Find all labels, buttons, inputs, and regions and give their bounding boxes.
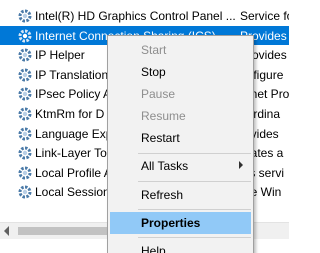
menu-item-label: Help — [141, 244, 166, 253]
service-name: IPsec Policy A — [35, 87, 112, 102]
service-name: KtmRm for D — [35, 106, 105, 121]
menu-item-properties[interactable]: Properties — [110, 212, 251, 234]
menu-separator — [138, 209, 251, 210]
menu-item-label: Pause — [141, 87, 176, 101]
menu-item-label: Properties — [141, 216, 201, 230]
menu-item-start[interactable]: Start — [110, 39, 251, 61]
gear-icon — [18, 68, 32, 82]
menu-item-all-tasks[interactable]: All Tasks — [110, 155, 251, 177]
gear-icon — [18, 127, 32, 141]
gear-icon — [18, 107, 32, 121]
menu-item-label: Refresh — [141, 188, 184, 202]
service-name: Local Profile A — [35, 165, 112, 180]
service-name: IP Helper — [35, 48, 85, 63]
service-row[interactable]: Intel(R) HD Graphics Control Panel ... S… — [0, 6, 289, 26]
gear-icon — [18, 9, 32, 23]
services-window: Intel(R) HD Graphics Control Panel ... S… — [0, 0, 289, 253]
menu-separator — [138, 181, 251, 182]
menu-item-label: Restart — [141, 131, 180, 145]
menu-item-label: Resume — [141, 109, 186, 123]
service-name: IP Translation — [35, 67, 109, 82]
service-name: Intel(R) HD Graphics Control Panel ... — [35, 9, 236, 23]
gear-icon — [18, 166, 32, 180]
menu-item-restart[interactable]: Restart — [110, 127, 251, 149]
service-name: Local Session — [35, 185, 110, 200]
menu-separator — [138, 237, 251, 238]
menu-item-label: Stop — [141, 65, 166, 79]
gear-icon — [18, 87, 32, 101]
menu-item-label: All Tasks — [141, 159, 189, 173]
menu-item-help[interactable]: Help — [110, 240, 251, 253]
service-name: Language Exp — [35, 126, 113, 141]
menu-item-stop[interactable]: Stop — [110, 61, 251, 83]
service-name: Link-Layer To — [35, 146, 107, 161]
menu-item-resume[interactable]: Resume — [110, 105, 251, 127]
gear-icon — [18, 146, 32, 160]
menu-item-label: Start — [141, 43, 167, 57]
arrow-left-icon[interactable] — [4, 226, 9, 236]
menu-item-refresh[interactable]: Refresh — [110, 184, 251, 206]
menu-separator — [138, 153, 251, 154]
service-description: Service fo — [240, 9, 289, 23]
menu-item-pause[interactable]: Pause — [110, 83, 251, 105]
gear-icon — [18, 185, 32, 199]
gear-icon — [18, 48, 32, 62]
gear-icon — [18, 29, 32, 43]
context-menu: Start Stop Pause Resume Restart All Task… — [107, 35, 254, 253]
chevron-right-icon — [239, 161, 243, 169]
